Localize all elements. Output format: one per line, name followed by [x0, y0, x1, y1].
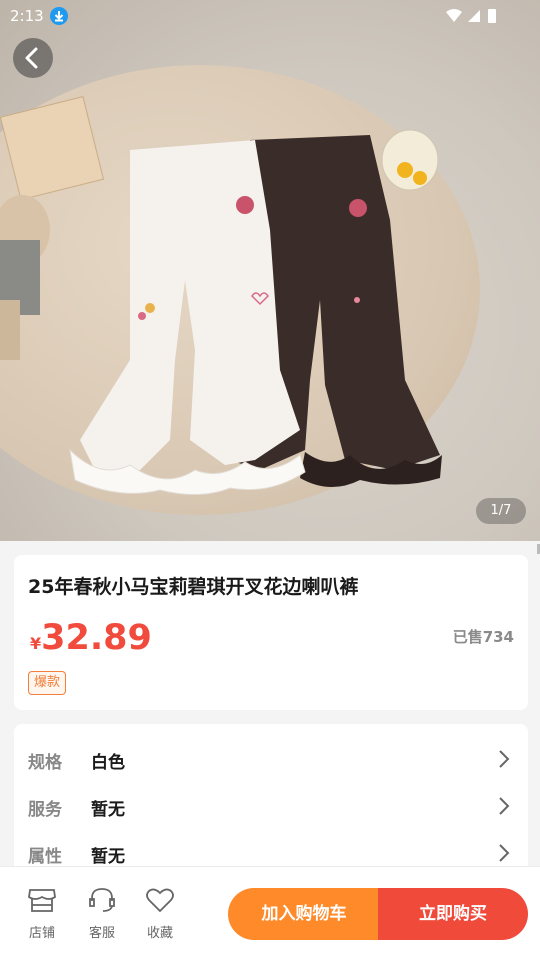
status-bar: 2:13 [0, 0, 540, 32]
spec-value: 白色 [91, 753, 125, 773]
favorite-tab[interactable]: 收藏 [135, 886, 185, 941]
signal-icon [468, 10, 480, 22]
back-button[interactable] [13, 38, 53, 78]
favorite-label: 收藏 [146, 926, 173, 941]
headset-icon [89, 888, 115, 912]
add-to-cart-button[interactable]: 加入购物车 [228, 888, 380, 940]
gallery-counter: 1/7 [476, 498, 526, 524]
chevron-right-icon [499, 797, 510, 815]
spec-value: 暂无 [91, 847, 125, 867]
currency-symbol: ¥ [30, 634, 42, 653]
spec-label: 规格 [28, 753, 62, 773]
spec-label: 属性 [28, 847, 62, 867]
spec-row-service[interactable]: 服务 暂无 [14, 783, 528, 829]
customer-service-tab[interactable]: 客服 [77, 886, 127, 941]
chevron-right-icon [499, 844, 510, 862]
wifi-icon [446, 9, 462, 22]
spec-label: 服务 [28, 800, 62, 820]
store-icon [28, 889, 56, 912]
heart-icon [146, 888, 174, 913]
battery-icon [488, 9, 496, 23]
customer-service-label: 客服 [88, 926, 115, 941]
hot-badge: 爆款 [28, 671, 67, 695]
product-photo [0, 96, 442, 496]
status-time: 2:13 [10, 7, 44, 25]
price: ¥32.89 [30, 618, 152, 658]
spec-value: 暂无 [91, 800, 125, 820]
status-icons [446, 8, 506, 28]
store-label: 店铺 [28, 926, 55, 941]
sold-count: 已售734 [452, 628, 514, 646]
spec-row-size[interactable]: 规格 白色 [14, 736, 528, 782]
product-title: 25年春秋小马宝莉碧琪开叉花边喇叭裤 [28, 576, 359, 598]
store-tab[interactable]: 店铺 [17, 886, 67, 941]
download-icon [50, 7, 68, 25]
price-value: 32.89 [41, 618, 152, 658]
chevron-left-icon [25, 47, 38, 69]
chevron-right-icon [499, 750, 510, 768]
product-image-gallery[interactable] [0, 0, 540, 541]
buy-now-button[interactable]: 立即购买 [378, 888, 528, 940]
